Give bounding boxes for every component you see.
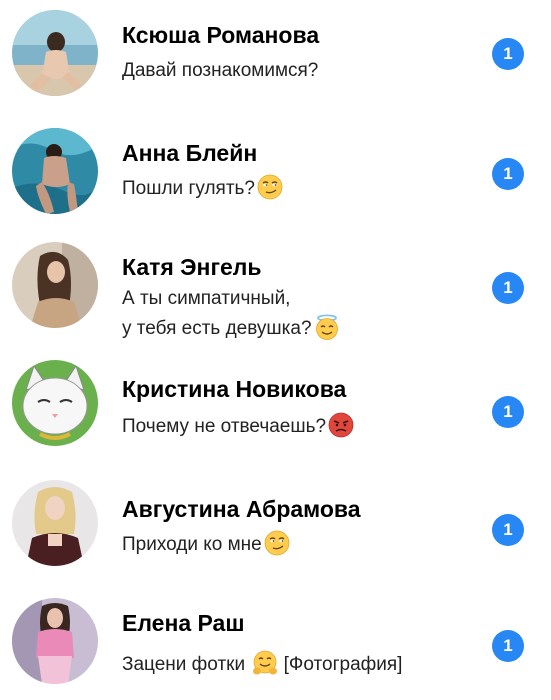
message-preview: Почему не отвечаешь? — [122, 412, 354, 442]
contact-name: Августина Абрамова — [122, 496, 361, 522]
avatar[interactable] — [12, 128, 98, 214]
attachment-label[interactable]: [Фотография] — [284, 654, 403, 675]
chat-list: Ксюша Романова Давай познакомимся? 1 Анн… — [0, 0, 551, 697]
avatar[interactable] — [12, 10, 98, 96]
message-preview: Пошли гулять? — [122, 174, 283, 204]
message-preview: Приходи ко мне — [122, 530, 290, 560]
chat-item[interactable]: Анна Блейн Пошли гулять? 1 — [0, 118, 551, 228]
message-preview: Давай познакомимся? — [122, 56, 318, 86]
message-preview: А ты симпатичный, у тебя есть девушка? — [122, 284, 340, 344]
message-preview: Зацени фотки [Фотография] — [122, 650, 402, 680]
smirking-face-emoji — [264, 530, 290, 556]
contact-name: Елена Раш — [122, 610, 245, 636]
avatar[interactable] — [12, 598, 98, 684]
avatar[interactable] — [12, 480, 98, 566]
smiling-face-with-halo-emoji — [315, 314, 338, 340]
unread-badge: 1 — [492, 514, 524, 546]
message-line: Почему не отвечаешь? — [122, 412, 354, 442]
unread-badge: 1 — [492, 272, 524, 304]
contact-name: Анна Блейн — [122, 140, 258, 166]
hugging-face-emoji — [253, 650, 278, 675]
chat-item[interactable]: Катя Энгель А ты симпатичный, у тебя ест… — [0, 232, 551, 342]
message-line: Давай познакомимся? — [122, 60, 319, 81]
smirking-face-emoji — [257, 174, 283, 200]
contact-name: Катя Энгель — [122, 254, 262, 280]
unread-badge: 1 — [492, 396, 524, 428]
contact-name: Кристина Новикова — [122, 376, 347, 402]
unread-badge: 1 — [492, 158, 524, 190]
message-line: Приходи ко мне — [122, 530, 290, 560]
message-line: Пошли гулять? — [122, 174, 283, 204]
chat-item[interactable]: Кристина Новикова Почему не отвечаешь? 1 — [0, 350, 551, 460]
avatar[interactable] — [12, 360, 98, 446]
chat-item[interactable]: Ксюша Романова Давай познакомимся? 1 — [0, 0, 551, 110]
message-line: у тебя есть девушка? — [122, 314, 340, 344]
chat-item[interactable]: Елена Раш Зацени фотки [Фотография] 1 — [0, 590, 551, 700]
angry-face-emoji — [328, 412, 354, 438]
unread-badge: 1 — [492, 630, 524, 662]
unread-badge: 1 — [492, 38, 524, 70]
contact-name: Ксюша Романова — [122, 22, 320, 48]
chat-item[interactable]: Августина Абрамова Приходи ко мне 1 — [0, 470, 551, 580]
message-line: Зацени фотки [Фотография] — [122, 650, 402, 680]
message-line: А ты симпатичный, — [122, 288, 291, 309]
avatar[interactable] — [12, 242, 98, 328]
